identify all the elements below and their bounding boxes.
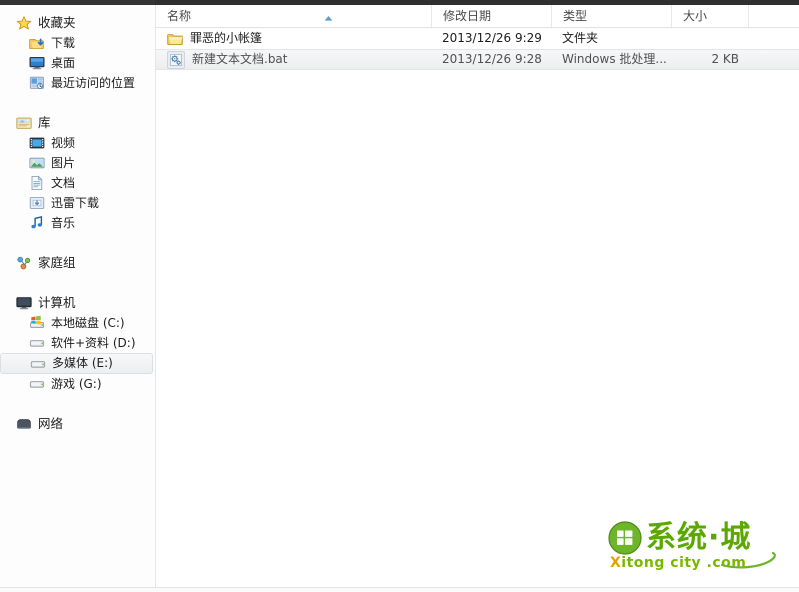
column-header-filler — [748, 5, 799, 27]
sidebar-item-documents[interactable]: 文档 — [0, 173, 155, 193]
sidebar-label: 游戏 (G:) — [51, 377, 102, 391]
homegroup-icon — [16, 255, 32, 271]
table-row[interactable]: 罪恶的小帐篷 2013/12/26 9:29 文件夹 — [156, 28, 799, 49]
sidebar-label: 迅雷下载 — [51, 196, 100, 210]
sidebar-label: 视频 — [51, 136, 76, 150]
sidebar-label: 收藏夹 — [38, 15, 76, 30]
sidebar-label: 桌面 — [51, 56, 76, 70]
file-size-cell — [671, 28, 748, 49]
sidebar-item-desktop[interactable]: 桌面 — [0, 53, 155, 73]
folder-icon — [167, 31, 183, 47]
nav-group-favorites: 收藏夹 下载 桌面 最近访问的位置 — [0, 13, 155, 93]
videos-icon — [29, 135, 45, 151]
file-name-label: 罪恶的小帐篷 — [190, 31, 263, 45]
file-type-cell: Windows 批处理... — [562, 52, 667, 66]
music-icon — [29, 215, 45, 231]
column-header-name-label: 名称 — [167, 9, 192, 23]
sidebar-label: 家庭组 — [38, 255, 76, 270]
column-header-name[interactable]: 名称 — [156, 5, 431, 27]
file-name-cell: 罪恶的小帐篷 — [156, 28, 431, 49]
sidebar-item-downloads[interactable]: 下载 — [0, 33, 155, 53]
sidebar-item-music[interactable]: 音乐 — [0, 213, 155, 233]
sidebar-item-libraries[interactable]: 库 — [0, 113, 155, 133]
column-header-type-label: 类型 — [563, 9, 588, 23]
window-bottom-border — [0, 587, 799, 592]
nav-group-libraries: 库 视频 图片 文档 迅雷下载 音乐 — [0, 113, 155, 233]
library-icon — [16, 115, 32, 131]
sidebar-item-drive-d[interactable]: 软件+资料 (D:) — [0, 333, 155, 353]
sidebar-label: 文档 — [51, 176, 76, 190]
nav-group-spacer — [0, 273, 155, 293]
file-date-cell: 2013/12/26 9:28 — [442, 52, 542, 66]
nav-group-spacer — [0, 93, 155, 113]
drive-icon — [30, 356, 46, 372]
column-header-row[interactable]: 名称 修改日期 类型 大小 — [156, 5, 799, 28]
sidebar-item-computer[interactable]: 计算机 — [0, 293, 155, 313]
sidebar-label: 多媒体 (E:) — [52, 356, 113, 370]
sidebar-item-pictures[interactable]: 图片 — [0, 153, 155, 173]
file-name-label: 新建文本文档.bat — [192, 52, 288, 66]
star-icon — [16, 15, 32, 31]
sidebar-item-thunder-download[interactable]: 迅雷下载 — [0, 193, 155, 213]
recent-places-icon — [29, 75, 45, 91]
sidebar-label: 网络 — [38, 416, 64, 431]
sidebar-label: 音乐 — [51, 216, 76, 230]
table-row[interactable]: 新建文本文档.bat 2013/12/26 9:28 Windows 批处理..… — [156, 49, 799, 70]
column-header-date-label: 修改日期 — [443, 9, 492, 23]
nav-group-computer: 计算机 本地磁盘 (C:) 软件+资料 (D:) 多媒体 (E:) 游戏 (G:… — [0, 293, 155, 394]
sidebar-label: 最近访问的位置 — [51, 76, 136, 90]
explorer-window: 收藏夹 下载 桌面 最近访问的位置 库 视频 图片 文档 迅雷下载 音乐 家庭组… — [0, 0, 799, 592]
sidebar-label: 下载 — [51, 36, 76, 50]
sidebar-item-drive-c[interactable]: 本地磁盘 (C:) — [0, 313, 155, 333]
system-drive-icon — [29, 315, 45, 331]
sidebar-item-videos[interactable]: 视频 — [0, 133, 155, 153]
nav-group-spacer — [0, 233, 155, 253]
navigation-pane[interactable]: 收藏夹 下载 桌面 最近访问的位置 库 视频 图片 文档 迅雷下载 音乐 家庭组… — [0, 5, 156, 587]
file-size-cell: 2 KB — [711, 52, 739, 66]
nav-group-homegroup: 家庭组 — [0, 253, 155, 273]
column-header-size-label: 大小 — [683, 9, 708, 23]
sidebar-label: 本地磁盘 (C:) — [51, 316, 125, 330]
thunder-download-icon — [29, 195, 45, 211]
sort-ascending-icon — [324, 6, 333, 21]
desktop-icon — [29, 55, 45, 71]
file-name-cell: 新建文本文档.bat — [156, 49, 431, 70]
computer-icon — [16, 295, 32, 311]
sidebar-item-recent-places[interactable]: 最近访问的位置 — [0, 73, 155, 93]
file-type-cell: 文件夹 — [562, 31, 599, 45]
pictures-icon — [29, 155, 45, 171]
column-header-size[interactable]: 大小 — [671, 5, 748, 27]
sidebar-label: 软件+资料 (D:) — [51, 336, 136, 350]
downloads-folder-icon — [29, 35, 45, 51]
nav-top-spacer — [0, 5, 155, 13]
nav-group-network: 网络 — [0, 414, 155, 434]
sidebar-label: 计算机 — [38, 295, 76, 310]
drive-icon — [29, 376, 45, 392]
sidebar-item-network[interactable]: 网络 — [0, 414, 155, 434]
column-header-type[interactable]: 类型 — [551, 5, 671, 27]
sidebar-item-drive-g[interactable]: 游戏 (G:) — [0, 374, 155, 394]
sidebar-label: 库 — [38, 115, 51, 130]
network-icon — [16, 416, 32, 432]
sidebar-item-drive-e[interactable]: 多媒体 (E:) — [0, 353, 153, 374]
sidebar-item-favorites[interactable]: 收藏夹 — [0, 13, 155, 33]
sidebar-item-homegroup[interactable]: 家庭组 — [0, 253, 155, 273]
nav-group-spacer — [0, 394, 155, 414]
column-header-date[interactable]: 修改日期 — [431, 5, 551, 27]
drive-icon — [29, 335, 45, 351]
bat-file-icon — [167, 50, 185, 69]
sidebar-label: 图片 — [51, 156, 76, 170]
file-date-cell: 2013/12/26 9:29 — [442, 31, 542, 45]
documents-icon — [29, 175, 45, 191]
file-list-pane[interactable]: 名称 修改日期 类型 大小 罪恶的小帐篷 2013/12/26 9:29 文件夹… — [156, 5, 799, 587]
